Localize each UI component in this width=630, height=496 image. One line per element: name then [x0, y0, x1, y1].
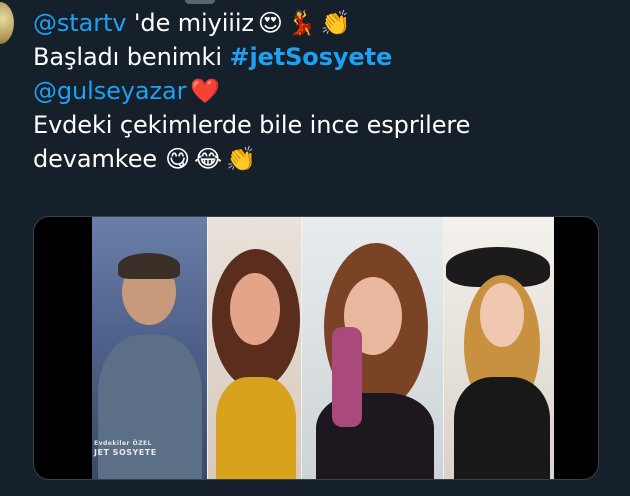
badge-line-2: JET SOSYETE [94, 448, 157, 457]
person-4-head [480, 283, 524, 347]
red-heart-emoji-icon: ❤️ [190, 77, 221, 105]
video-panel-2 [208, 217, 302, 479]
previous-tweet-edge [185, 0, 215, 4]
tweet-text-1: 'de miyiiiz [126, 9, 254, 37]
badge-line-1: Evdekiler ÖZEL [94, 440, 152, 447]
tweet-line-2: Başladı benimki #jetSosyete [33, 40, 623, 74]
person-1-shirt [98, 335, 202, 479]
avatar[interactable] [0, 2, 14, 44]
video-thumbnail[interactable]: Evdekiler ÖZEL JET SOSYETE STAR [33, 216, 599, 480]
tweet-line-1: @startv 'de miyiiiz 😍 💃 👏 [33, 6, 623, 40]
dancer-emoji-icon: 💃 [286, 9, 317, 37]
person-4-outfit [454, 377, 550, 479]
tweet-line-4: Evdeki çekimlerde bile ince esprilere [33, 108, 623, 142]
video-panel-4 [444, 217, 554, 479]
hashtag-jetsosyete[interactable]: #jetSosyete [229, 40, 392, 74]
tweet-text: @startv 'de miyiiiz 😍 💃 👏 Başladı benimk… [33, 6, 623, 176]
tweet-text-5: devamkee [33, 145, 158, 173]
clapping-emoji-icon-2: 👏 [225, 145, 256, 173]
star-logo: STAR [504, 237, 539, 248]
mention-gulseyazar[interactable]: @gulseyazar [33, 74, 186, 108]
tweet-line-3: @gulseyazar ❤️ [33, 74, 623, 108]
heart-eyes-emoji-icon: 😍 [257, 9, 283, 37]
yum-emoji-icon: 😋 [165, 145, 190, 173]
clapping-emoji-icon: 👏 [320, 9, 351, 37]
person-2-head [230, 273, 280, 345]
show-badge: Evdekiler ÖZEL JET SOSYETE [94, 439, 157, 457]
tears-of-joy-emoji-icon: 😂 [194, 145, 222, 173]
person-1-hair [118, 253, 180, 279]
tweet-text-2: Başladı benimki [33, 43, 230, 71]
tweet-text-4: Evdeki çekimlerde bile ince esprilere [33, 111, 471, 139]
purple-bottle [332, 327, 362, 427]
tweet-line-5: devamkee 😋 😂 👏 [33, 142, 623, 176]
mention-startv[interactable]: @startv [33, 6, 127, 40]
video-panel-3 [302, 217, 444, 479]
person-2-shirt [216, 377, 296, 479]
